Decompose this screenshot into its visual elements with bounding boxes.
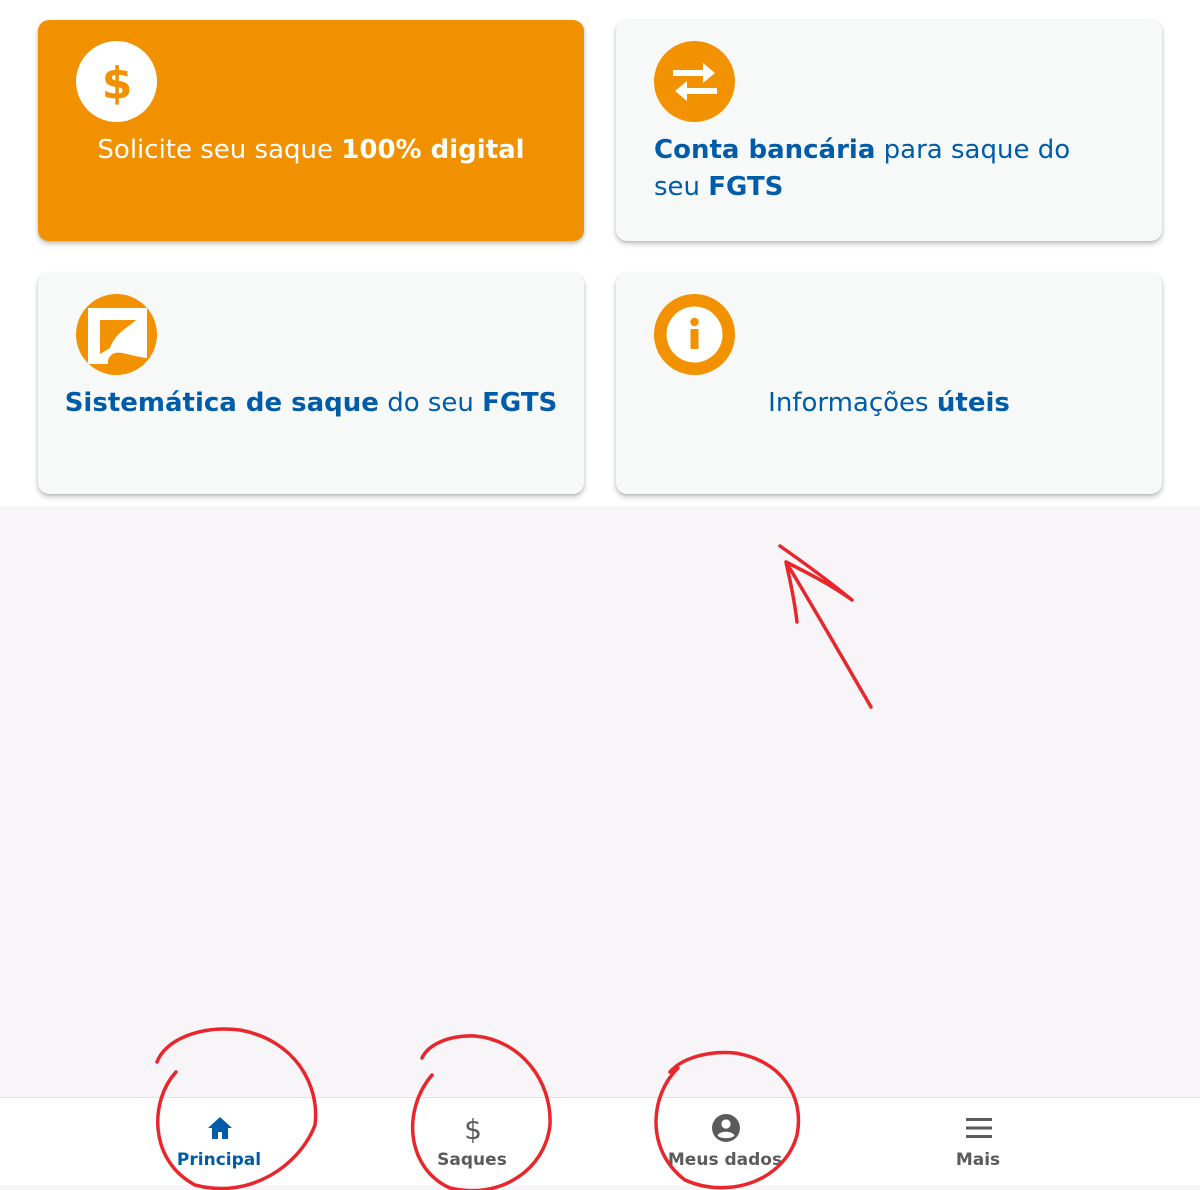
nav-item-meus-dados[interactable]: Meus dados — [650, 1098, 800, 1185]
bank-account-text: Conta bancária para saque do seu FGTS — [654, 135, 1071, 202]
nav-item-mais[interactable]: Mais — [903, 1098, 1053, 1185]
svg-text:$: $ — [101, 58, 132, 106]
shortcut-grid: $ Solicite seu saque 100% digital Conta … — [0, 0, 1200, 506]
bank-account-card[interactable]: Conta bancária para saque do seu FGTS — [616, 20, 1162, 241]
home-icon — [208, 1117, 232, 1139]
bottom-navigation: Principal $ Saques Meus dados Mais — [0, 1097, 1200, 1185]
info-icon — [654, 294, 735, 375]
nav-label-saques: Saques — [437, 1150, 507, 1170]
menu-icon — [966, 1118, 992, 1138]
request-withdrawal-text: Solicite seu saque 100% digital — [97, 135, 525, 165]
withdrawal-system-card[interactable]: Sistemática de saque do seu FGTS — [38, 273, 584, 494]
nav-label-principal: Principal — [176, 1150, 262, 1170]
dollar-icon: $ — [76, 41, 157, 122]
nav-item-saques[interactable]: $ Saques — [397, 1098, 547, 1185]
nav-item-principal[interactable]: Principal — [144, 1098, 294, 1185]
account-circle-icon — [712, 1114, 740, 1142]
dollar-icon: $ — [464, 1113, 482, 1143]
request-withdrawal-card[interactable]: $ Solicite seu saque 100% digital — [38, 20, 584, 241]
nav-label-meus-dados: Meus dados — [667, 1150, 783, 1170]
withdrawal-system-text: Sistemática de saque do seu FGTS — [64, 388, 558, 418]
nav-label-mais: Mais — [955, 1150, 1001, 1170]
transfer-arrows-icon — [654, 41, 735, 122]
useful-info-card[interactable]: Informações úteis — [616, 273, 1162, 494]
svg-text:$: $ — [464, 1113, 482, 1143]
annotation-arrow-icon — [778, 544, 873, 709]
useful-info-text: Informações úteis — [768, 388, 1010, 418]
fgts-logo-icon — [76, 294, 157, 375]
